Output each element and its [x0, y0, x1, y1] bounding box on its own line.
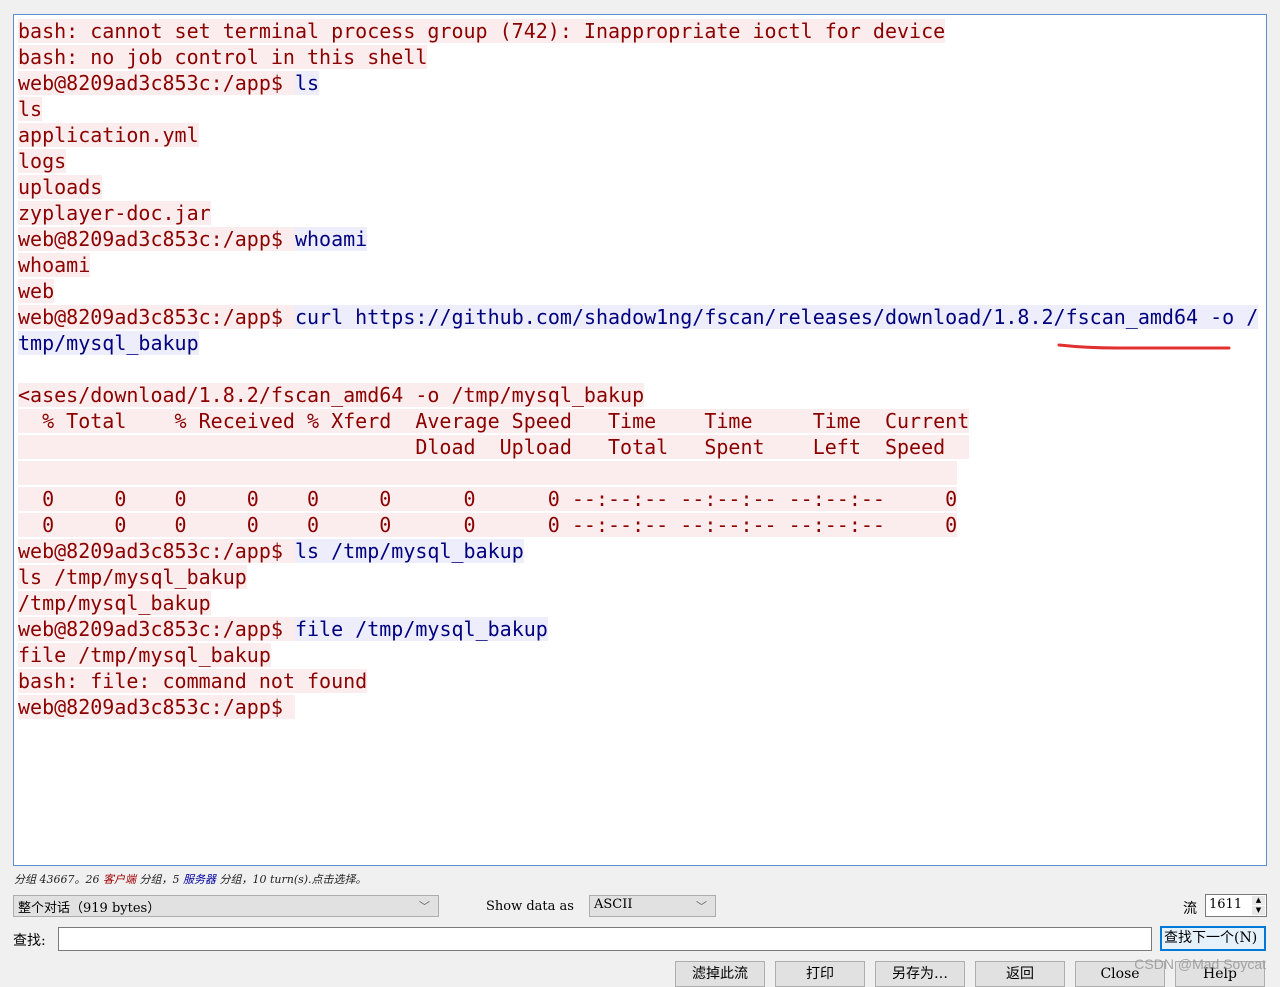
stream-line: logs: [18, 148, 1258, 174]
stream-line: zyplayer-doc.jar: [18, 200, 1258, 226]
client-text: <ases/download/1.8.2/fscan_amd64 -o /tmp…: [18, 383, 645, 407]
client-text: web@8209ad3c853c:/app$: [18, 539, 295, 563]
red-underline-annotation: [1057, 343, 1231, 350]
stream-line: 0 0 0 0 0 0 0 0 --:--:-- --:--:-- --:--:…: [18, 512, 1258, 538]
client-text: web@8209ad3c853c:/app$: [18, 305, 295, 329]
server-label: 服务器: [182, 873, 216, 886]
server-text: ls /tmp/mysql_bakup: [294, 539, 524, 563]
stream-number-spinbox[interactable]: 1611 ▲ ▼: [1205, 894, 1267, 917]
stream-line: ls /tmp/mysql_bakup: [18, 564, 1258, 590]
client-text: [18, 461, 958, 485]
find-input[interactable]: [58, 927, 1152, 951]
stream-line: bash: cannot set terminal process group …: [18, 18, 1258, 44]
status-summary: 分组 43667。26 客户端 分组，5 服务器 分组，10 turn(s).点…: [14, 871, 367, 887]
stream-line: web@8209ad3c853c:/app$: [18, 694, 1258, 720]
find-next-button[interactable]: 查找下一个(N): [1160, 926, 1266, 951]
stream-line: bash: file: command not found: [18, 668, 1258, 694]
client-text: ls: [18, 97, 43, 121]
server-text: curl https://github.com/shadow1ng/fscan/…: [294, 305, 1259, 329]
chevron-down-icon: ﹀: [696, 900, 707, 913]
stream-content-area[interactable]: bash: cannot set terminal process group …: [13, 14, 1267, 866]
stream-line: Dload Upload Total Spent Left Speed: [18, 434, 1258, 460]
show-data-as-label: Show data as: [486, 899, 574, 914]
stream-line: ls: [18, 96, 1258, 122]
client-text: uploads: [18, 175, 103, 199]
show-data-as-value: ASCII: [594, 897, 633, 912]
watermark: CSDN @Mad Soycat: [1134, 956, 1266, 972]
back-button[interactable]: 返回: [975, 961, 1065, 987]
client-label: 客户端: [102, 873, 136, 886]
client-text: file /tmp/mysql_bakup: [18, 643, 271, 667]
client-text: web@8209ad3c853c:/app$: [18, 227, 295, 251]
stream-line: <ases/download/1.8.2/fscan_amd64 -o /tmp…: [18, 382, 1258, 408]
client-text: web@8209ad3c853c:/app$: [18, 617, 295, 641]
stream-line: [18, 356, 1258, 382]
client-text: /tmp/mysql_bakup: [18, 591, 211, 615]
stream-line: bash: no job control in this shell: [18, 44, 1258, 70]
stream-line: web@8209ad3c853c:/app$ file /tmp/mysql_b…: [18, 616, 1258, 642]
client-text: bash: cannot set terminal process group …: [18, 19, 946, 43]
stream-line: web: [18, 278, 1258, 304]
chevron-down-icon: ﹀: [419, 900, 430, 913]
server-text: file /tmp/mysql_bakup: [294, 617, 548, 641]
spin-down-icon[interactable]: ▼: [1252, 906, 1265, 915]
stream-text: bash: cannot set terminal process group …: [18, 18, 1259, 720]
stream-line: [18, 460, 1258, 486]
stream-line: 0 0 0 0 0 0 0 0 --:--:-- --:--:-- --:--:…: [18, 486, 1258, 512]
client-text: web@8209ad3c853c:/app$: [18, 71, 295, 95]
filter-out-button[interactable]: 滤掉此流: [675, 961, 765, 987]
client-text: web: [18, 279, 55, 303]
find-label: 查找:: [13, 933, 46, 949]
stream-line: file /tmp/mysql_bakup: [18, 642, 1258, 668]
server-text: ls: [294, 71, 320, 95]
save-as-button[interactable]: 另存为…: [875, 961, 965, 987]
conversation-select[interactable]: 整个对话（919 bytes） ﹀: [13, 895, 439, 917]
stream-line: application.yml: [18, 122, 1258, 148]
status-mid: 分组，5: [135, 873, 183, 886]
client-text: web@8209ad3c853c:/app$: [18, 695, 295, 719]
stream-line: web@8209ad3c853c:/app$ curl https://gith…: [18, 304, 1259, 330]
client-text: bash: file: command not found: [18, 669, 368, 693]
print-button[interactable]: 打印: [775, 961, 865, 987]
server-text: whoami: [294, 227, 368, 251]
client-text: Dload Upload Total Spent Left Speed: [18, 435, 970, 459]
client-text: logs: [18, 149, 67, 173]
client-text: application.yml: [18, 123, 199, 147]
client-text: whoami: [18, 253, 91, 277]
client-text: 0 0 0 0 0 0 0 0 --:--:-- --:--:-- --:--:…: [18, 513, 958, 537]
stream-number-value: 1611: [1209, 897, 1243, 912]
client-text: ls /tmp/mysql_bakup: [18, 565, 247, 589]
status-suffix: 分组，10 turn(s).点击选择。: [215, 873, 367, 886]
client-text: 0 0 0 0 0 0 0 0 --:--:-- --:--:-- --:--:…: [18, 487, 958, 511]
stream-line: % Total % Received % Xferd Average Speed…: [18, 408, 1258, 434]
client-text: zyplayer-doc.jar: [18, 201, 211, 225]
stream-line: web@8209ad3c853c:/app$ ls: [18, 70, 1258, 96]
status-prefix: 分组 43667。26: [14, 873, 103, 886]
client-text: bash: no job control in this shell: [18, 45, 428, 69]
show-data-as-select[interactable]: ASCII ﹀: [589, 895, 716, 917]
client-text: % Total % Received % Xferd Average Speed…: [18, 409, 970, 433]
server-text: tmp/mysql_bakup: [18, 331, 199, 355]
stream-line: uploads: [18, 174, 1258, 200]
stream-line: web@8209ad3c853c:/app$ whoami: [18, 226, 1258, 252]
stream-number-label: 流: [1183, 901, 1197, 917]
stream-line: /tmp/mysql_bakup: [18, 590, 1258, 616]
conversation-select-value: 整个对话（919 bytes）: [18, 901, 161, 916]
spin-up-icon[interactable]: ▲: [1252, 896, 1265, 905]
stream-line: web@8209ad3c853c:/app$ ls /tmp/mysql_bak…: [18, 538, 1258, 564]
stream-line: whoami: [18, 252, 1258, 278]
